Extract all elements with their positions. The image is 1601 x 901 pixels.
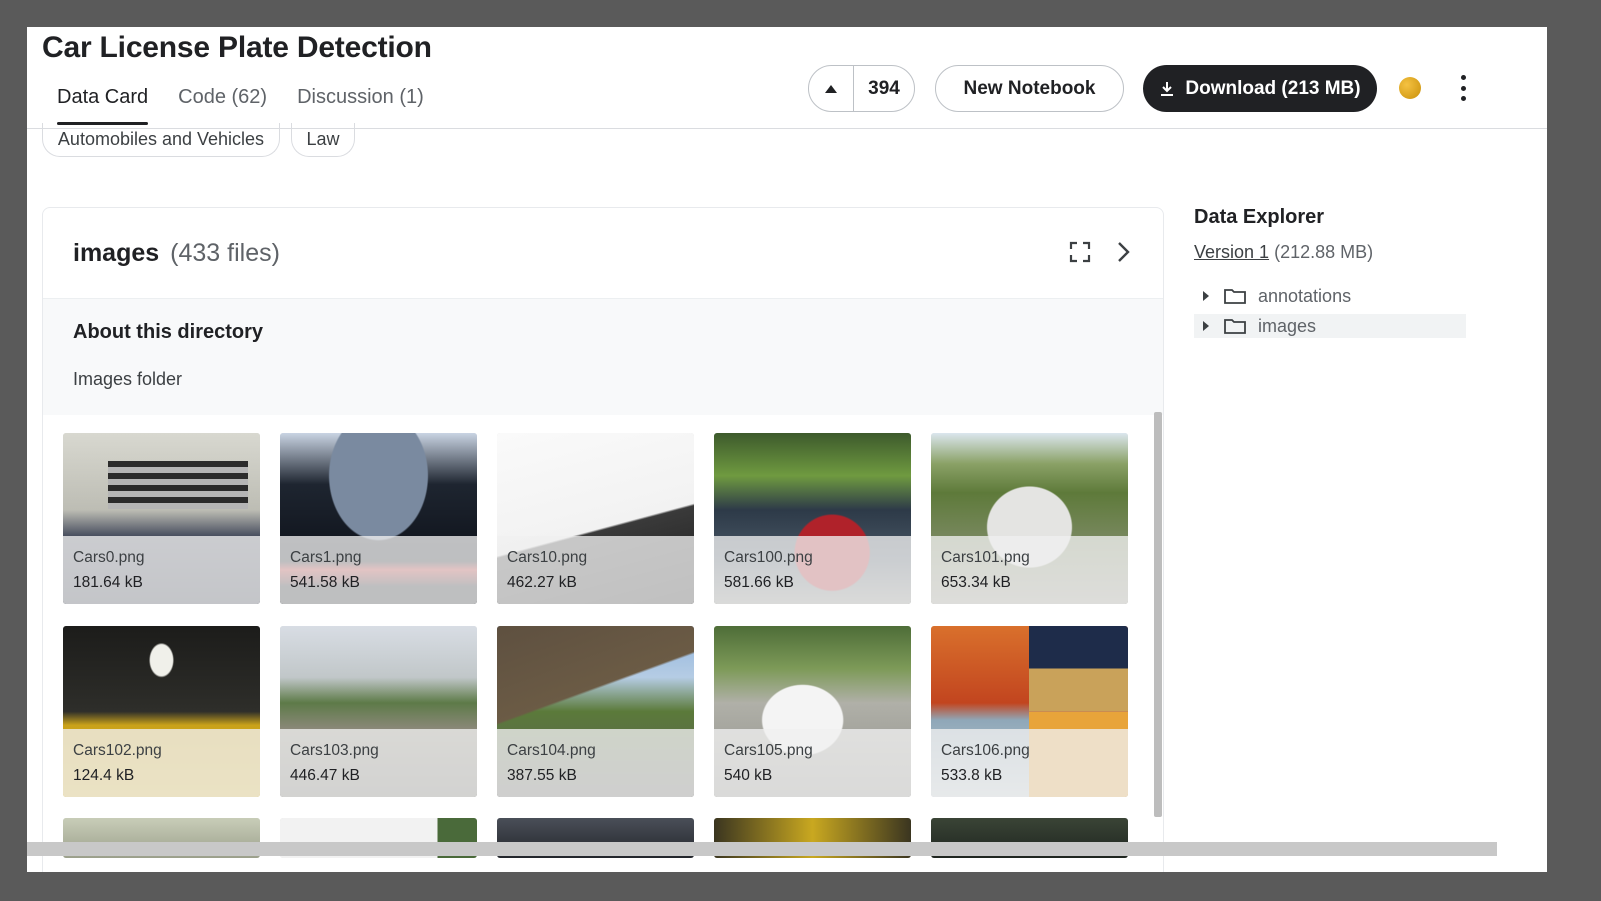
chevron-right-icon[interactable] [1113,241,1133,263]
image-card[interactable]: Cars102.png 124.4 kB [63,626,260,797]
fullscreen-icon[interactable] [1069,241,1091,263]
tab-bar: Data Card Code (62) Discussion (1) [42,83,439,127]
folder-icon [1224,289,1246,304]
file-size: 462.27 kB [507,574,577,591]
file-name: Cars104.png [507,742,596,759]
file-name: Cars101.png [941,549,1030,566]
tree-item-label: images [1258,315,1317,336]
upvote-button[interactable] [809,66,854,111]
image-card[interactable]: Cars100.png 581.66 kB [714,433,911,604]
vertical-scrollbar[interactable] [1154,412,1162,817]
download-label: Download (213 MB) [1185,77,1361,99]
file-size: 541.58 kB [290,574,360,591]
file-size: 124.4 kB [73,767,135,784]
folder-icon [1224,319,1246,334]
new-notebook-button[interactable]: New Notebook [935,65,1124,112]
directory-header: images (433 files) [43,208,1163,298]
tree-item-annotations[interactable]: annotations [1194,284,1466,308]
about-directory: About this directory Images folder [43,298,1163,415]
file-size: 653.34 kB [941,574,1011,591]
tree-item-label: annotations [1258,285,1352,306]
upvote-widget: 394 [808,65,915,112]
vote-count: 394 [868,77,900,99]
image-card[interactable]: Cars103.png 446.47 kB [280,626,477,797]
file-name: Cars10.png [507,549,588,566]
file-size: 533.8 kB [941,767,1003,784]
page-title: Car License Plate Detection [42,31,432,64]
data-explorer-title: Data Explorer [1194,206,1325,228]
about-title: About this directory [73,321,264,343]
file-size: 581.66 kB [724,574,794,591]
version-link[interactable]: Version 1 [1194,242,1269,262]
image-card[interactable]: Cars104.png 387.55 kB [497,626,694,797]
more-options-icon[interactable] [1459,75,1467,101]
caret-right-icon[interactable] [1200,321,1212,331]
file-name: Cars1.png [290,549,362,566]
tag-law[interactable]: Law [291,123,355,157]
image-card[interactable]: Cars0.png 181.64 kB [63,433,260,604]
file-size: 387.55 kB [507,767,577,784]
file-name: Cars102.png [73,742,162,759]
image-card[interactable]: Cars1.png 541.58 kB [280,433,477,604]
file-size: 446.47 kB [290,767,360,784]
image-card[interactable]: Cars105.png 540 kB [714,626,911,797]
tab-data-card[interactable]: Data Card [42,83,163,127]
directory-name: images [73,238,160,267]
tree-item-images[interactable]: images [1194,314,1466,338]
version-info: Version 1 (212.88 MB) [1194,242,1373,263]
image-card[interactable]: Cars101.png 653.34 kB [931,433,1128,604]
tab-discussion[interactable]: Discussion (1) [282,83,439,127]
tag-automobiles[interactable]: Automobiles and Vehicles [42,123,280,157]
file-name: Cars105.png [724,742,813,759]
horizontal-scrollbar[interactable] [27,842,1497,856]
caret-right-icon[interactable] [1200,291,1212,301]
image-card[interactable]: Cars10.png 462.27 kB [497,433,694,604]
file-name: Cars100.png [724,549,813,566]
medal-icon [1399,77,1421,99]
image-card[interactable]: Cars106.png 533.8 kB [931,626,1128,797]
about-description: Images folder [73,369,183,389]
download-button[interactable]: Download (213 MB) [1143,65,1377,112]
file-name: Cars0.png [73,549,145,566]
directory-panel: images (433 files) About this directory … [42,207,1164,872]
tab-code[interactable]: Code (62) [163,83,282,127]
file-name: Cars106.png [941,742,1030,759]
file-name: Cars103.png [290,742,379,759]
caret-up-icon [825,84,837,93]
download-icon [1161,81,1174,96]
file-size: 540 kB [724,767,773,784]
file-size: 181.64 kB [73,574,143,591]
dataset-page: Car License Plate Detection Data Card Co… [27,27,1547,872]
dataset-header: Car License Plate Detection Data Card Co… [27,27,1547,129]
version-size: (212.88 MB) [1274,242,1374,262]
directory-file-count: (433 files) [170,238,280,267]
